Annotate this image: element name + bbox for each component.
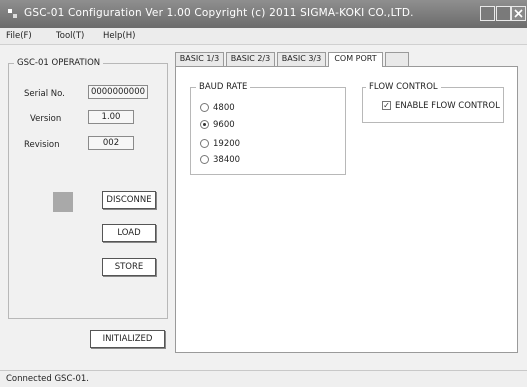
flow-control-checkbox[interactable]: ✓ <box>382 101 391 110</box>
tab-basic-3[interactable]: BASIC 3/3 <box>277 52 326 66</box>
initialized-button[interactable]: INITIALIZED <box>90 330 165 348</box>
maximize-button[interactable] <box>496 6 511 21</box>
baud-9600-radio[interactable] <box>200 120 209 129</box>
disconnect-button[interactable]: DISCONNE <box>102 191 156 209</box>
serial-label: Serial No. <box>24 89 65 99</box>
close-button[interactable] <box>511 6 526 21</box>
menu-tool[interactable]: Tool(T) <box>56 31 84 41</box>
tab-com-port[interactable]: COM PORT <box>328 52 383 67</box>
menu-bar: File(F) Tool(T) Help(H) <box>0 28 527 45</box>
version-label: Version <box>30 114 62 124</box>
tab-basic-1[interactable]: BASIC 1/3 <box>175 52 224 66</box>
revision-label: Revision <box>24 140 60 150</box>
store-button[interactable]: STORE <box>102 258 156 276</box>
baud-38400-label: 38400 <box>213 155 241 165</box>
app-icon <box>8 9 17 18</box>
connection-indicator <box>53 192 73 212</box>
tab-basic-2[interactable]: BASIC 2/3 <box>226 52 275 66</box>
flow-control-checkbox-label: ENABLE FLOW CONTROL <box>395 101 500 111</box>
title-bar: GSC-01 Configuration Ver 1.00 Copyright … <box>0 0 527 28</box>
status-text: Connected GSC-01. <box>6 374 89 384</box>
baud-4800-label: 4800 <box>213 103 235 113</box>
flow-control-label: FLOW CONTROL <box>366 82 441 92</box>
minimize-button[interactable] <box>480 6 495 21</box>
baud-4800-radio[interactable] <box>200 103 209 112</box>
version-field: 1.00 <box>88 110 134 124</box>
window-title: GSC-01 Configuration Ver 1.00 Copyright … <box>24 7 414 19</box>
revision-field: 002 <box>88 136 134 150</box>
baud-38400-radio[interactable] <box>200 155 209 164</box>
baud-rate-label: BAUD RATE <box>196 82 251 92</box>
baud-19200-label: 19200 <box>213 139 241 149</box>
tab-blank <box>385 52 409 66</box>
menu-help[interactable]: Help(H) <box>103 31 135 41</box>
baud-9600-label: 9600 <box>213 120 235 130</box>
serial-field: 0000000000 <box>88 85 148 99</box>
operation-group-label: GSC-01 OPERATION <box>14 58 104 68</box>
load-button[interactable]: LOAD <box>102 224 156 242</box>
baud-19200-radio[interactable] <box>200 139 209 148</box>
close-icon <box>514 9 523 18</box>
status-bar: Connected GSC-01. <box>0 370 527 387</box>
menu-file[interactable]: File(F) <box>6 31 32 41</box>
